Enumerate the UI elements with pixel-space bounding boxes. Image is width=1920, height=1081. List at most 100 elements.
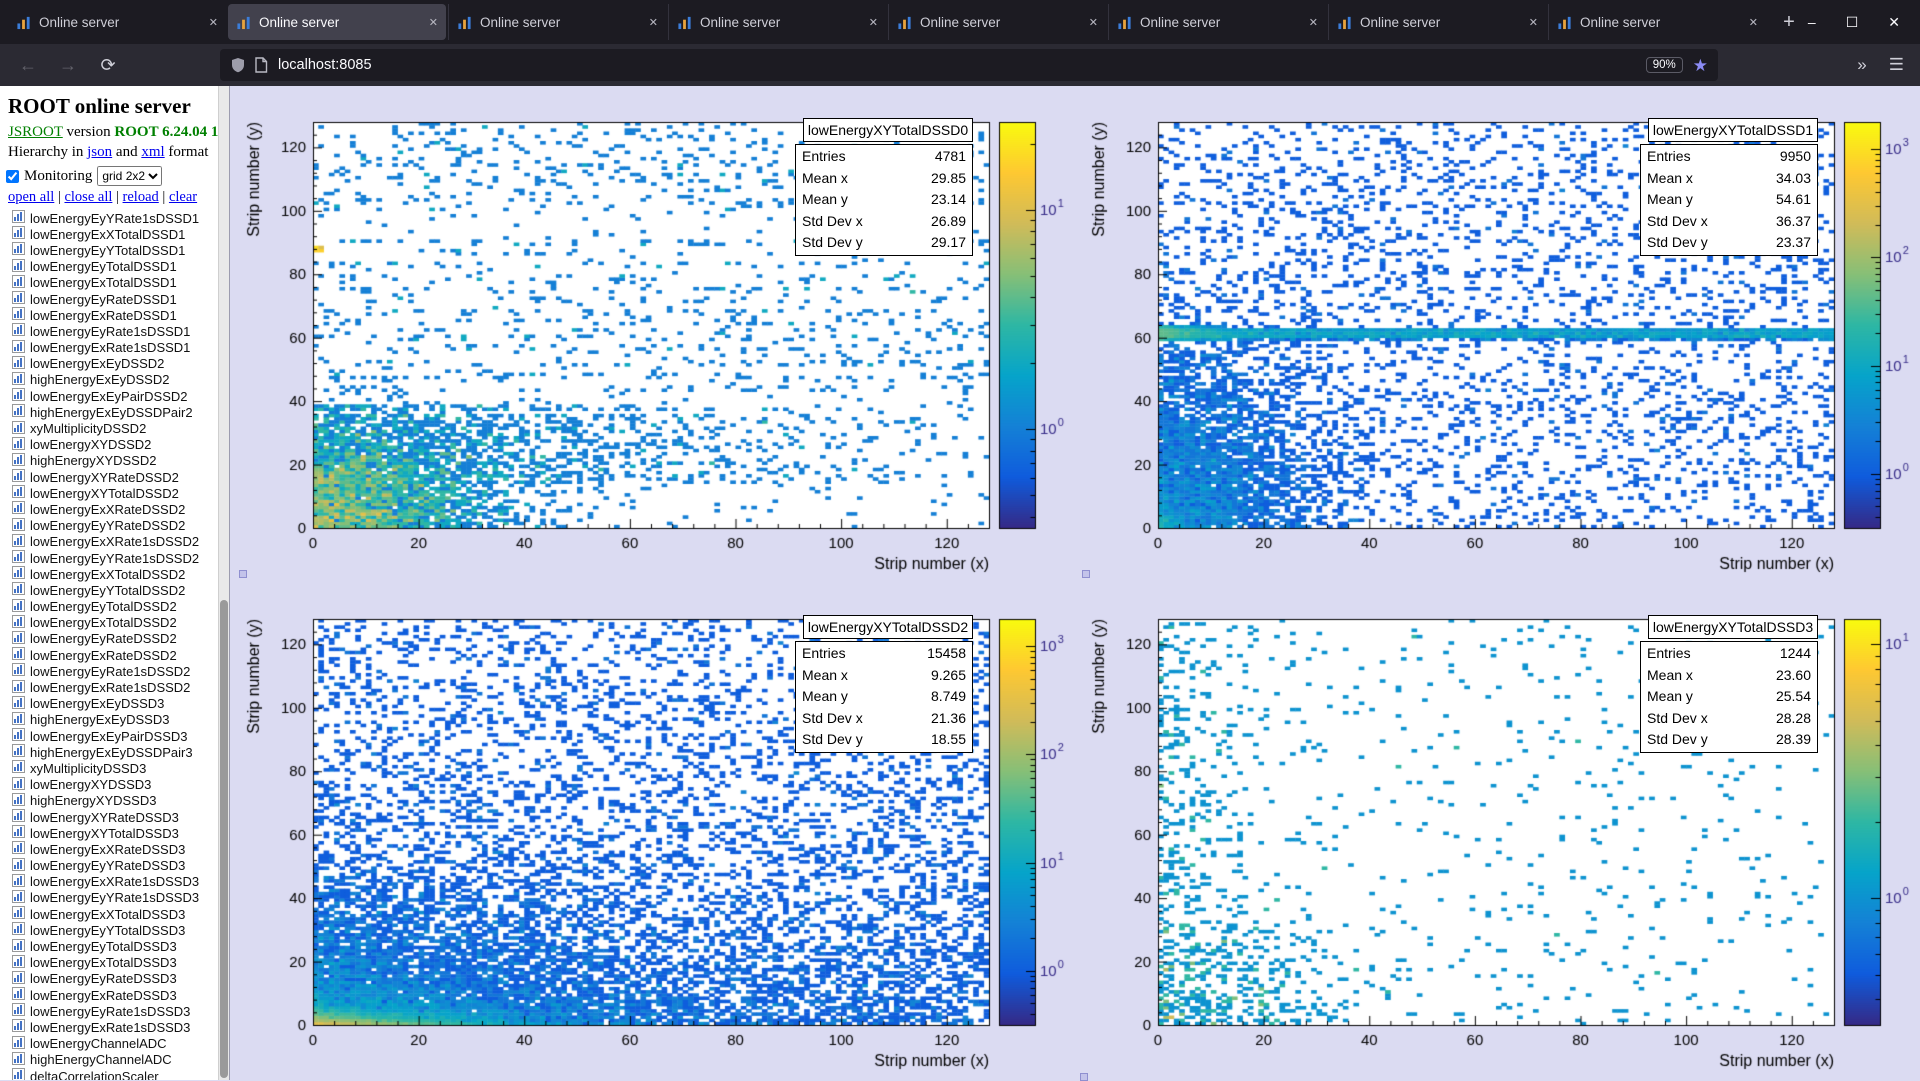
tree-item[interactable]: xyMultiplicityDSSD2 [0, 420, 229, 436]
tab-close-icon[interactable]: ✕ [429, 16, 438, 29]
layout-resize-handle[interactable] [239, 570, 247, 578]
tab-close-icon[interactable]: ✕ [1309, 16, 1318, 29]
tree-item[interactable]: lowEnergyExXRate1sDSSD3 [0, 874, 229, 890]
overflow-menu-button[interactable]: » [1857, 55, 1866, 75]
tree-item[interactable]: lowEnergyEyRate1sDSSD1 [0, 323, 229, 339]
tree-item[interactable]: lowEnergyExXRateDSSD3 [0, 841, 229, 857]
tree-item[interactable]: xyMultiplicityDSSD3 [0, 760, 229, 776]
tree-item[interactable]: lowEnergyExXRateDSSD2 [0, 501, 229, 517]
tab-close-icon[interactable]: ✕ [649, 16, 658, 29]
stats-box[interactable]: Entries4781Mean x29.85Mean y23.14Std Dev… [795, 144, 973, 256]
tree-item[interactable]: lowEnergyExEyDSSD3 [0, 696, 229, 712]
new-tab-button[interactable]: + [1774, 11, 1804, 34]
tree-item[interactable]: lowEnergyExRateDSSD1 [0, 307, 229, 323]
tree-item[interactable]: lowEnergyExTotalDSSD1 [0, 275, 229, 291]
tree-item[interactable]: lowEnergyEyRate1sDSSD3 [0, 1003, 229, 1019]
tree-item[interactable]: lowEnergyExRateDSSD2 [0, 647, 229, 663]
tree-item[interactable]: lowEnergyExTotalDSSD3 [0, 955, 229, 971]
tree-item[interactable]: lowEnergyExXTotalDSSD3 [0, 906, 229, 922]
tree-item[interactable]: lowEnergyEyYTotalDSSD2 [0, 582, 229, 598]
browser-tab[interactable]: Online server✕ [228, 4, 446, 40]
tree-item[interactable]: lowEnergyEyRateDSSD3 [0, 971, 229, 987]
json-link[interactable]: json [87, 144, 112, 160]
tree-item[interactable]: highEnergyExEyDSSD3 [0, 712, 229, 728]
minimize-button[interactable]: – [1808, 14, 1816, 30]
tree-item[interactable]: lowEnergyXYDSSD3 [0, 777, 229, 793]
tree-item[interactable]: lowEnergyChannelADC [0, 1036, 229, 1052]
tree-item[interactable]: lowEnergyExTotalDSSD2 [0, 615, 229, 631]
page-icon[interactable] [254, 57, 268, 73]
app-menu-button[interactable]: ☰ [1889, 55, 1904, 75]
tree-item[interactable]: lowEnergyXYRateDSSD2 [0, 469, 229, 485]
stats-box[interactable]: Entries15458Mean x9.265Mean y8.749Std De… [795, 641, 973, 753]
tree-item[interactable]: lowEnergyExXRate1sDSSD2 [0, 534, 229, 550]
tree-item[interactable]: lowEnergyExXTotalDSSD2 [0, 566, 229, 582]
tree-item[interactable]: lowEnergyEyYRate1sDSSD1 [0, 210, 229, 226]
forward-button[interactable]: → [56, 55, 80, 76]
tree-item[interactable]: lowEnergyEyYTotalDSSD3 [0, 922, 229, 938]
tree-item[interactable]: lowEnergyEyYRate1sDSSD2 [0, 550, 229, 566]
tree-item[interactable]: lowEnergyEyRate1sDSSD2 [0, 663, 229, 679]
tab-close-icon[interactable]: ✕ [1749, 16, 1758, 29]
shield-icon[interactable] [230, 57, 246, 73]
browser-tab[interactable]: Online server✕ [448, 4, 666, 40]
tree-item[interactable]: lowEnergyExEyPairDSSD2 [0, 388, 229, 404]
tree-item[interactable]: highEnergyChannelADC [0, 1052, 229, 1068]
sidebar-scrollbar[interactable] [218, 86, 229, 1080]
tab-close-icon[interactable]: ✕ [1089, 16, 1098, 29]
tree-item[interactable]: lowEnergyExXTotalDSSD1 [0, 226, 229, 242]
tree-item[interactable]: highEnergyXYDSSD3 [0, 793, 229, 809]
tree-item[interactable]: lowEnergyXYTotalDSSD2 [0, 485, 229, 501]
url-bar[interactable]: localhost:8085 90% ★ [220, 49, 1718, 81]
action-link-reload[interactable]: reload [123, 189, 159, 205]
browser-tab[interactable]: Online server✕ [668, 4, 886, 40]
title-box[interactable]: lowEnergyXYTotalDSSD2 [803, 615, 973, 639]
tree-item[interactable]: lowEnergyExRate1sDSSD2 [0, 679, 229, 695]
browser-tab[interactable]: Online server✕ [888, 4, 1106, 40]
tree-item[interactable]: lowEnergyEyTotalDSSD1 [0, 259, 229, 275]
tree-item[interactable]: lowEnergyEyYRateDSSD2 [0, 518, 229, 534]
maximize-button[interactable]: ☐ [1846, 14, 1859, 31]
tree-item[interactable]: lowEnergyXYDSSD2 [0, 437, 229, 453]
tree-item[interactable]: lowEnergyEyYRateDSSD3 [0, 858, 229, 874]
tree-item[interactable]: lowEnergyEyYTotalDSSD1 [0, 242, 229, 258]
stats-box[interactable]: Entries9950Mean x34.03Mean y54.61Std Dev… [1640, 144, 1818, 256]
tree-item[interactable]: lowEnergyEyRateDSSD2 [0, 631, 229, 647]
tree-item[interactable]: lowEnergyEyYRate1sDSSD3 [0, 890, 229, 906]
browser-tab[interactable]: Online server✕ [1548, 4, 1766, 40]
tree-item[interactable]: deltaCorrelationScaler [0, 1068, 229, 1080]
layout-resize-handle[interactable] [1082, 570, 1090, 578]
close-window-button[interactable]: ✕ [1888, 14, 1900, 31]
tree-item[interactable]: lowEnergyEyRateDSSD1 [0, 291, 229, 307]
browser-tab[interactable]: Online server✕ [1328, 4, 1546, 40]
title-box[interactable]: lowEnergyXYTotalDSSD0 [803, 118, 973, 142]
jsroot-link[interactable]: JSROOT [8, 124, 63, 140]
tree-item[interactable]: highEnergyXYDSSD2 [0, 453, 229, 469]
tree-item[interactable]: lowEnergyXYTotalDSSD3 [0, 825, 229, 841]
stats-box[interactable]: Entries1244Mean x23.60Mean y25.54Std Dev… [1640, 641, 1818, 753]
tree-item[interactable]: highEnergyExEyDSSDPair2 [0, 404, 229, 420]
tree-item[interactable]: lowEnergyExRate1sDSSD3 [0, 1019, 229, 1035]
reload-button[interactable]: ⟳ [96, 55, 120, 76]
tab-close-icon[interactable]: ✕ [869, 16, 878, 29]
tree-item[interactable]: lowEnergyEyTotalDSSD3 [0, 938, 229, 954]
browser-tab[interactable]: Online server✕ [1108, 4, 1326, 40]
title-box[interactable]: lowEnergyXYTotalDSSD1 [1648, 118, 1818, 142]
xml-link[interactable]: xml [141, 144, 164, 160]
tree-item[interactable]: highEnergyExEyDSSDPair3 [0, 744, 229, 760]
layout-select[interactable]: grid 2x2 [97, 166, 162, 186]
tab-close-icon[interactable]: ✕ [209, 16, 218, 29]
tree-item[interactable]: lowEnergyExRateDSSD3 [0, 987, 229, 1003]
bookmark-star-icon[interactable]: ★ [1693, 57, 1708, 74]
monitoring-checkbox[interactable] [6, 170, 19, 183]
back-button[interactable]: ← [16, 55, 40, 76]
tree-item[interactable]: highEnergyExEyDSSD2 [0, 372, 229, 388]
sidebar-scrollbar-thumb[interactable] [220, 600, 228, 1078]
action-link-close-all[interactable]: close all [64, 189, 112, 205]
tree-item[interactable]: lowEnergyEyTotalDSSD2 [0, 599, 229, 615]
action-link-open-all[interactable]: open all [8, 189, 54, 205]
tree-item[interactable]: lowEnergyXYRateDSSD3 [0, 809, 229, 825]
zoom-level-badge[interactable]: 90% [1646, 57, 1683, 73]
tree-item[interactable]: lowEnergyExRate1sDSSD1 [0, 340, 229, 356]
tree-item[interactable]: lowEnergyExEyPairDSSD3 [0, 728, 229, 744]
